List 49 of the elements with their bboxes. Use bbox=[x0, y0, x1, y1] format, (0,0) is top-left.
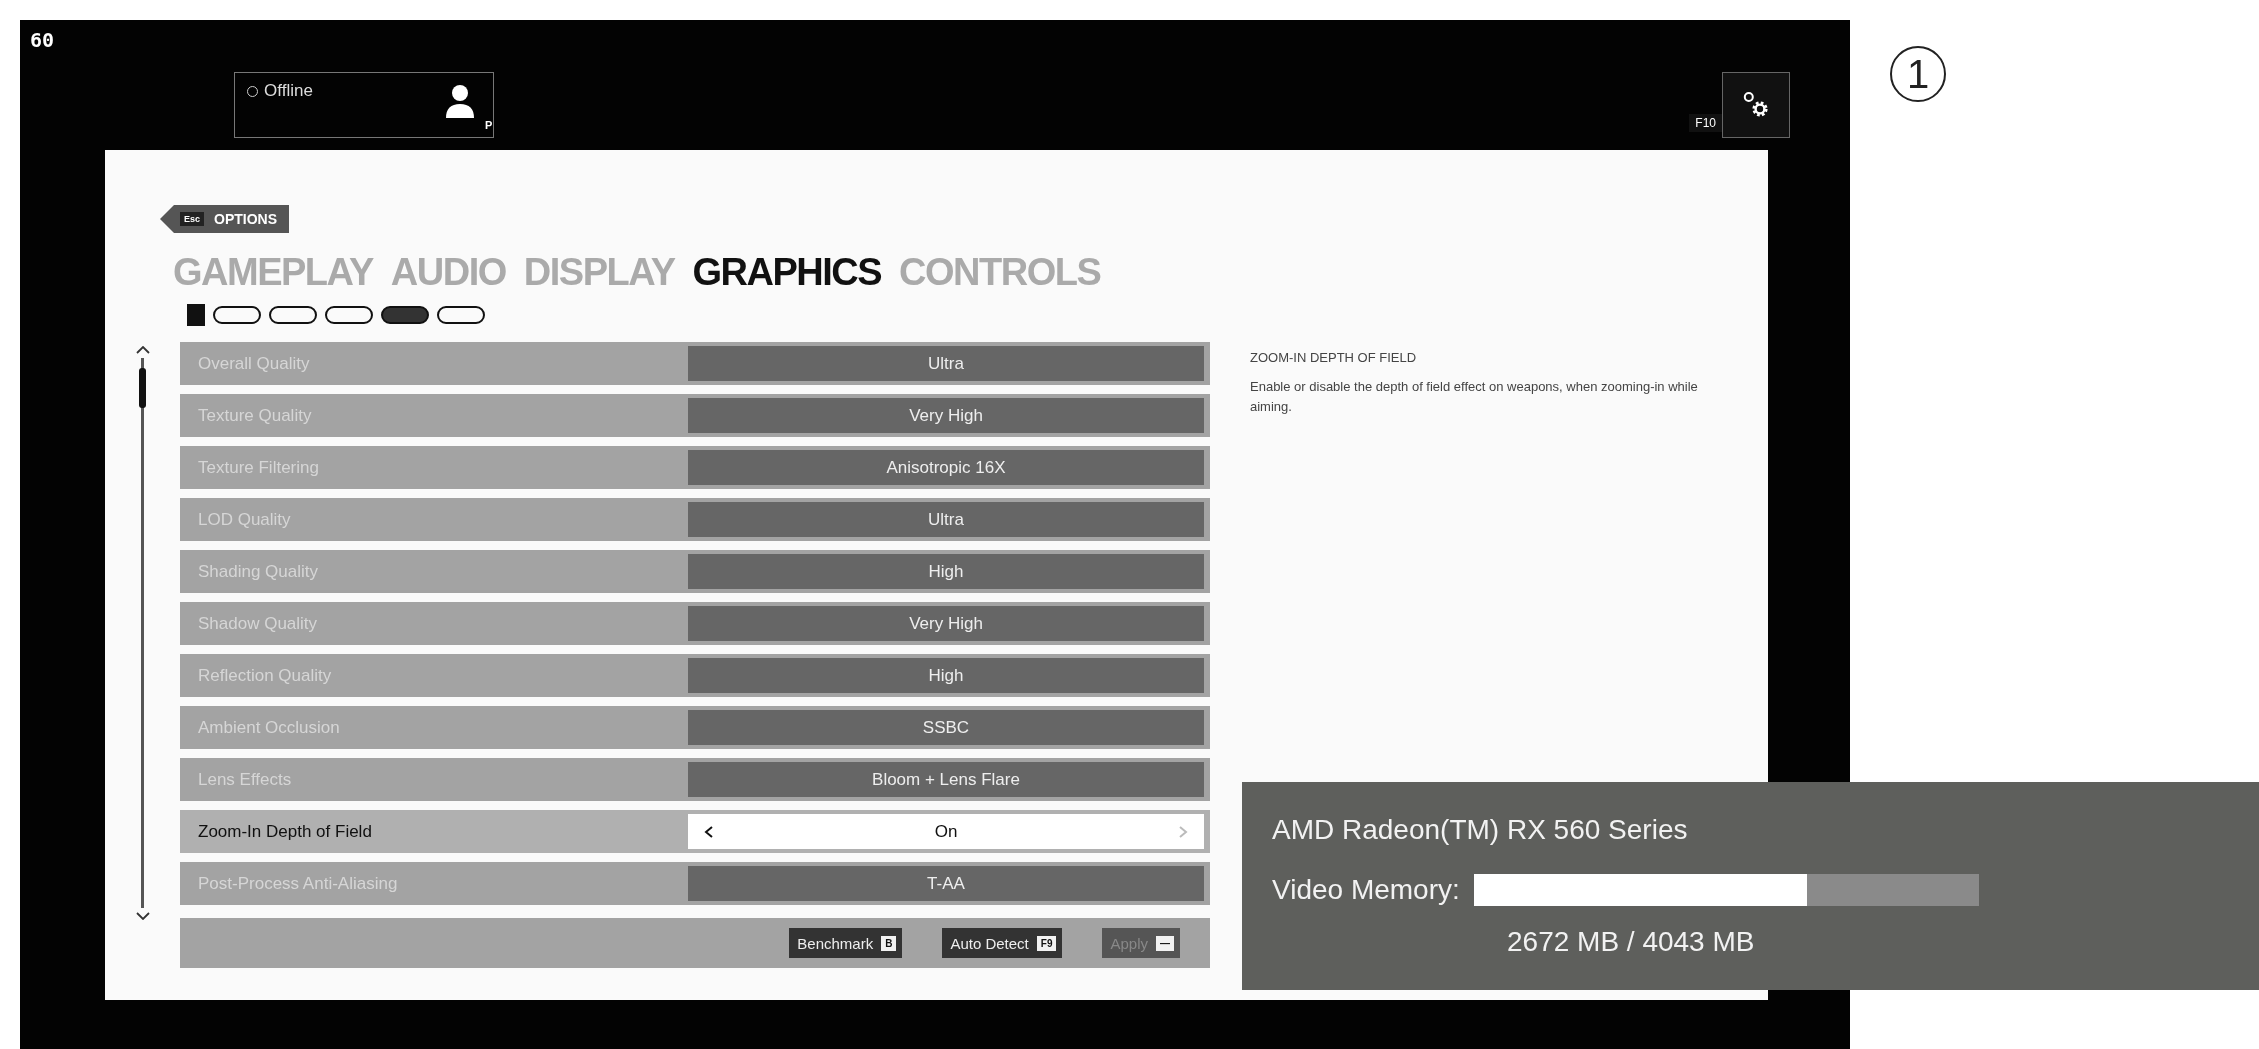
value-text: Ultra bbox=[927, 353, 965, 374]
description-text: Enable or disable the depth of field effect on weapons, when zooming-in while aiming. bbox=[1250, 378, 1699, 416]
value-text: Ultra bbox=[927, 509, 965, 530]
scrollbar[interactable] bbox=[141, 358, 144, 908]
key-hint: F10 bbox=[1689, 114, 1722, 132]
gpu-name: AMD Radeon(TM) RX 560 Series bbox=[1272, 814, 1689, 846]
memory-reading: 2672 MB / 4043 MB bbox=[1506, 926, 1756, 958]
setting-value[interactable]: High bbox=[688, 554, 1204, 589]
value-text: Bloom + Lens Flare bbox=[871, 769, 1021, 790]
page-indicator[interactable] bbox=[269, 306, 317, 324]
setting-value[interactable]: SSBC bbox=[688, 710, 1204, 745]
value-text: On bbox=[933, 821, 959, 842]
setting-value[interactable]: On bbox=[688, 814, 1204, 849]
action-button[interactable]: Benchmark B bbox=[789, 928, 903, 958]
scroll-up-icon[interactable] bbox=[135, 346, 150, 354]
profile-box[interactable]: Offline P bbox=[234, 72, 495, 138]
page-indicator[interactable] bbox=[325, 306, 373, 324]
user-silhouette-icon bbox=[445, 83, 476, 119]
fps-counter: 60 bbox=[29, 27, 56, 54]
setting-value[interactable]: Anisotropic 16X bbox=[688, 450, 1204, 485]
setting-value[interactable]: Ultra bbox=[688, 502, 1204, 537]
back-button[interactable]: Esc OPTIONS bbox=[160, 205, 290, 233]
page-indicator[interactable] bbox=[213, 306, 261, 324]
setting-value[interactable]: T-AA bbox=[688, 866, 1204, 901]
setting-value[interactable]: Ultra bbox=[688, 346, 1204, 381]
value-text: Very High bbox=[908, 613, 984, 634]
description-title: ZOOM-IN DEPTH OF FIELD bbox=[1250, 350, 1418, 365]
value-text: High bbox=[927, 561, 965, 582]
key-hint: P bbox=[485, 119, 493, 131]
settings-button[interactable] bbox=[1722, 72, 1790, 138]
tab[interactable]: GRAPHICS bbox=[692, 251, 882, 294]
value-text: Very High bbox=[908, 405, 984, 426]
value-text: SSBC bbox=[921, 717, 971, 738]
memory-label: Video Memory: bbox=[1272, 874, 1460, 906]
value-text: Anisotropic 16X bbox=[885, 457, 1007, 478]
page-indicator[interactable] bbox=[437, 306, 485, 324]
setting-value[interactable]: High bbox=[688, 658, 1204, 693]
annotation-number: 1 bbox=[1890, 46, 1946, 102]
action-button[interactable]: Auto Detect F9 bbox=[942, 928, 1063, 958]
value-text: T-AA bbox=[926, 873, 966, 894]
scroll-down-icon[interactable] bbox=[135, 912, 150, 920]
status-text: Offline bbox=[264, 81, 313, 101]
setting-row[interactable]: Zoom-In Depth of Field On bbox=[180, 810, 1210, 853]
setting-value[interactable]: Bloom + Lens Flare bbox=[688, 762, 1204, 797]
value-text: High bbox=[927, 665, 965, 686]
setting-value[interactable]: Very High bbox=[688, 398, 1204, 433]
page-indicator[interactable] bbox=[381, 306, 429, 324]
setting-value[interactable]: Very High bbox=[688, 606, 1204, 641]
setting-label: Zoom-In Depth of Field bbox=[197, 821, 373, 842]
